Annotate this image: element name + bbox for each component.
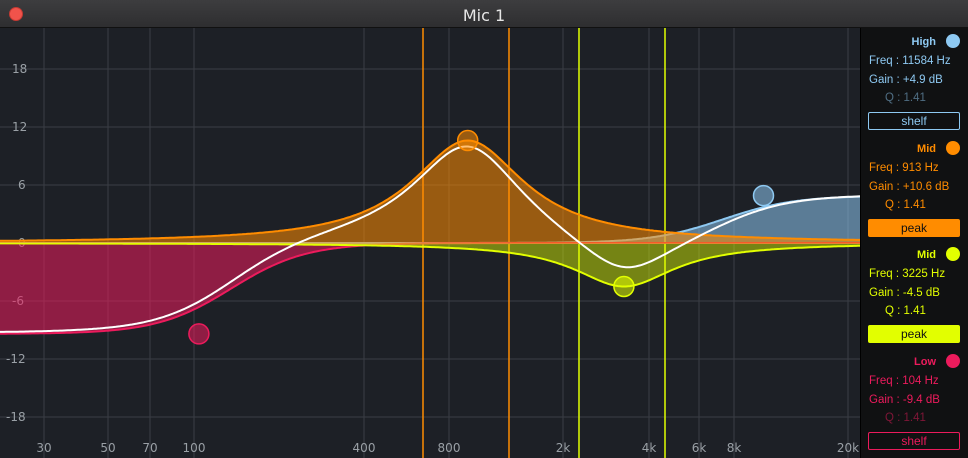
band-enable-toggle[interactable] (946, 34, 960, 48)
band-gain[interactable]: Gain : -4.5 dB (869, 287, 940, 299)
band-freq[interactable]: Freq : 913 Hz (869, 162, 939, 174)
band-gain[interactable]: Gain : -9.4 dB (869, 394, 940, 406)
band-mid: Mid Freq : 913 Hz Gain : +10.6 dB Q : 1.… (861, 135, 968, 241)
band-enable-toggle[interactable] (946, 247, 960, 261)
x-tick-label: 800 (438, 441, 461, 455)
y-tick-label: 18 (12, 62, 27, 76)
x-tick-label: 400 (353, 441, 376, 455)
x-tick-label: 30 (36, 441, 51, 455)
band-name: Mid (917, 249, 936, 261)
band-panel: High Freq : 11584 Hz Gain : +4.9 dB Q : … (860, 28, 968, 458)
band-mid-2: Mid Freq : 3225 Hz Gain : -4.5 dB Q : 1.… (861, 241, 968, 347)
band-freq[interactable]: Freq : 11584 Hz (869, 55, 951, 67)
low-band-fill (0, 243, 860, 334)
x-tick-label: 100 (183, 441, 206, 455)
high-band-handle[interactable] (752, 184, 775, 207)
band-type-button[interactable]: peak (868, 219, 960, 237)
mid-band-handle[interactable] (456, 129, 479, 152)
band-type-button[interactable]: shelf (868, 112, 960, 130)
band-q[interactable]: Q : 1.41 (885, 199, 926, 211)
band-name: High (911, 36, 936, 48)
band-q[interactable]: Q : 1.41 (885, 305, 926, 317)
y-tick-label: -12 (6, 352, 26, 366)
band-low: Low Freq : 104 Hz Gain : -9.4 dB Q : 1.4… (861, 348, 968, 454)
band-q[interactable]: Q : 1.41 (885, 92, 926, 104)
eq-graph[interactable]: 18 12 6 0 -6 -12 -18 30 50 70 100 400 80… (0, 28, 860, 458)
y-tick-label: 12 (12, 120, 27, 134)
x-tick-label: 20k (837, 441, 859, 455)
band-gain[interactable]: Gain : +4.9 dB (869, 74, 943, 86)
x-axis-labels: 30 50 70 100 400 800 2k 4k 6k 8k 20k (36, 441, 859, 455)
band-type-button[interactable]: shelf (868, 432, 960, 450)
x-tick-label: 50 (100, 441, 115, 455)
x-tick-label: 4k (642, 441, 657, 455)
band-q[interactable]: Q : 1.41 (885, 412, 926, 424)
x-tick-label: 70 (142, 441, 157, 455)
band-freq[interactable]: Freq : 104 Hz (869, 375, 939, 387)
band-high: High Freq : 11584 Hz Gain : +4.9 dB Q : … (861, 28, 968, 134)
band-gain[interactable]: Gain : +10.6 dB (869, 181, 949, 193)
mid2-band-handle[interactable] (613, 275, 635, 298)
y-tick-label: -18 (6, 410, 26, 424)
band-name: Low (914, 356, 936, 368)
x-tick-label: 8k (727, 441, 742, 455)
band-name: Mid (917, 143, 936, 155)
window-title: Mic 1 (462, 6, 506, 25)
x-tick-label: 6k (692, 441, 707, 455)
eq-graph-svg[interactable]: 18 12 6 0 -6 -12 -18 30 50 70 100 400 80… (0, 28, 860, 458)
band-type-button[interactable]: peak (868, 325, 960, 343)
title-bar: Mic 1 (0, 0, 968, 28)
band-enable-toggle[interactable] (946, 354, 960, 368)
band-freq[interactable]: Freq : 3225 Hz (869, 268, 945, 280)
y-tick-label: 6 (18, 178, 26, 192)
low-band-handle[interactable] (188, 323, 210, 345)
band-enable-toggle[interactable] (946, 141, 960, 155)
x-tick-label: 2k (556, 441, 571, 455)
